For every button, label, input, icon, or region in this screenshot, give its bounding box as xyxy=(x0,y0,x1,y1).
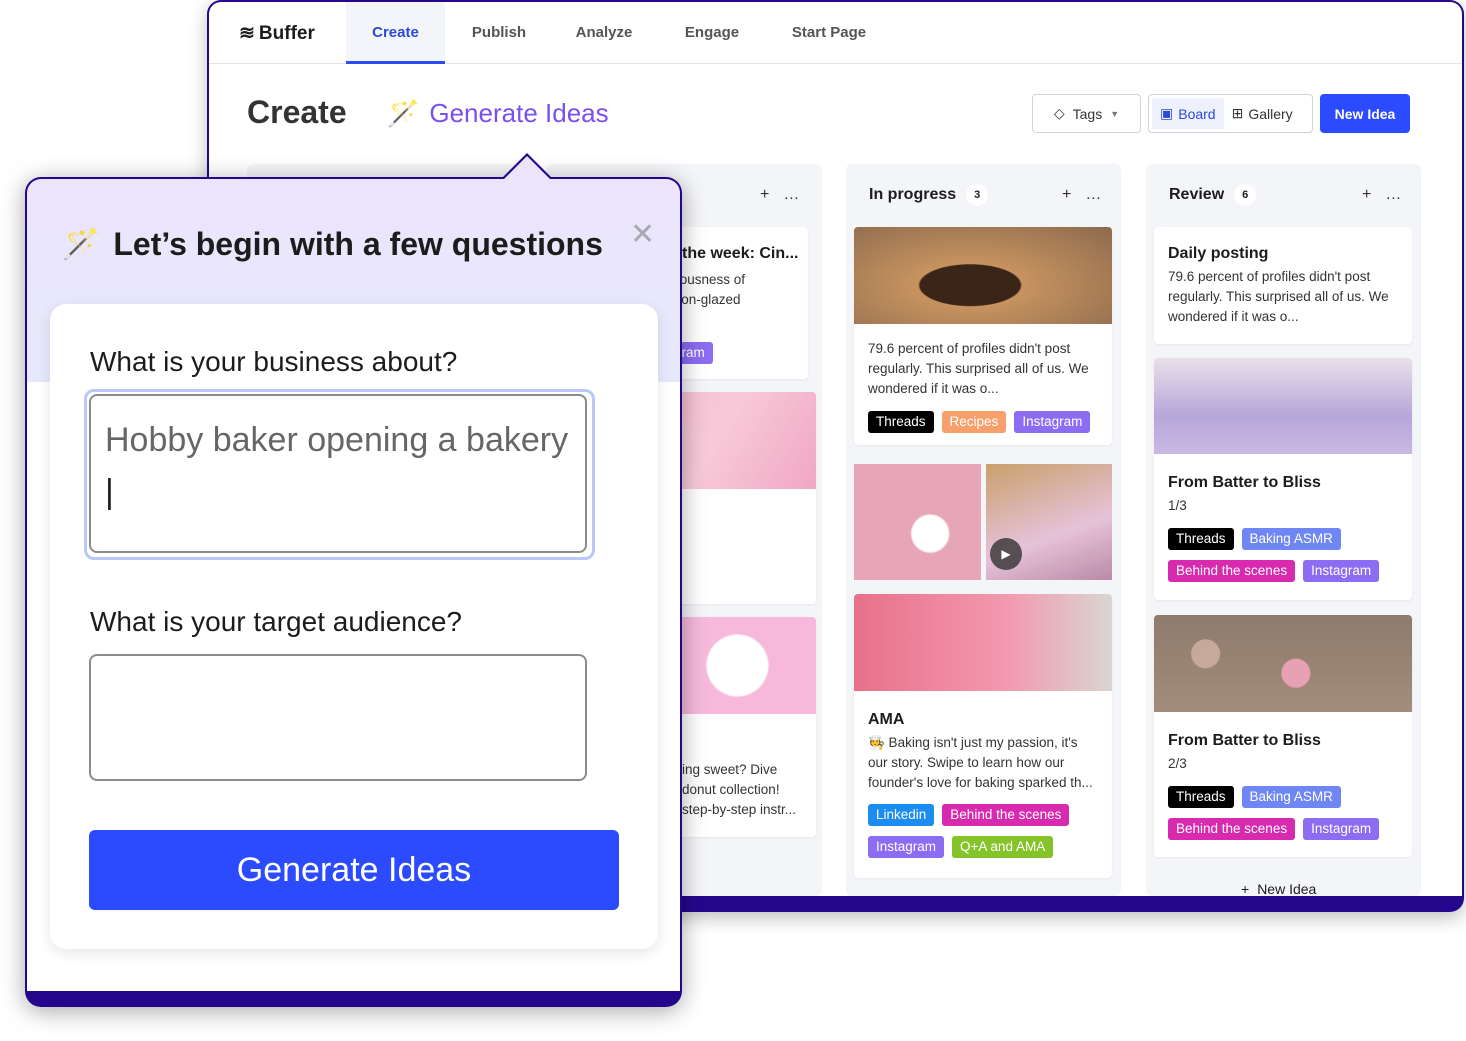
business-input[interactable]: Hobby baker opening a bakery | xyxy=(89,394,587,553)
column-controls[interactable]: +… xyxy=(1062,186,1115,204)
donut-box-image[interactable]: ▶ xyxy=(986,464,1112,580)
generate-ideas-button[interactable]: Generate Ideas xyxy=(89,830,619,910)
card-text: donut collection! xyxy=(682,782,780,797)
gallery-label: Gallery xyxy=(1248,105,1293,122)
question-form: What is your business about? Hobby baker… xyxy=(50,304,658,949)
tag-qa-ama: Q+A and AMA xyxy=(952,836,1054,858)
logo-text: Buffer xyxy=(258,22,315,44)
page-title: Create xyxy=(247,94,347,130)
tag-baking-asmr: Baking ASMR xyxy=(1241,786,1341,808)
tag-instagram: Instagram xyxy=(1014,411,1091,433)
new-idea-button[interactable]: New Idea xyxy=(1320,94,1410,133)
tab-analyze[interactable]: Analyze xyxy=(559,2,649,64)
new-idea-column-button[interactable]: + New Idea xyxy=(1241,881,1317,897)
column-title: In progress xyxy=(869,186,957,203)
card-title: Daily posting xyxy=(1168,245,1269,262)
tag-behind-the-scenes: Behind the scenes xyxy=(1168,560,1296,582)
tag-instagram: Instagram xyxy=(868,836,945,858)
audience-question-label: What is your target audience? xyxy=(90,606,462,637)
column-review: Review 6 +… Daily posting 79.6 percent of… xyxy=(1146,164,1421,896)
idea-card[interactable]: 79.6 percent of profiles didn't post reg… xyxy=(854,227,1112,445)
plus-icon: + xyxy=(1241,881,1250,897)
board-view-button[interactable]: ▣ Board xyxy=(1152,98,1224,129)
generate-ideas-label: Generate Ideas xyxy=(429,98,609,128)
column-count: 3 xyxy=(966,184,989,206)
popover-arrow-fill xyxy=(503,156,551,180)
view-toggle: ▣ Board ⊞ Gallery xyxy=(1148,94,1313,133)
card-subtitle: 1/3 xyxy=(1168,498,1187,513)
video-icon: ▶ xyxy=(990,538,1022,570)
card-title: From Batter to Bliss xyxy=(1168,474,1321,491)
card-title: the week: Cin... xyxy=(682,245,799,262)
magic-wand-icon: 🪄 xyxy=(387,98,420,128)
card-title: AMA xyxy=(868,711,905,728)
card-text: step-by-step instr... xyxy=(682,802,797,817)
card-text: 🧑‍🍳 Baking isn't just my passion, it's o… xyxy=(868,735,1093,790)
tags-label: Tags xyxy=(1072,105,1103,122)
modal-title: Let’s begin with a few questions xyxy=(113,226,603,262)
tag-threads: Threads xyxy=(1168,528,1234,550)
gallery-grid-icon: ⊞ xyxy=(1231,105,1244,121)
tag-behind-the-scenes: Behind the scenes xyxy=(1168,818,1296,840)
tag-threads: Threads xyxy=(1168,786,1234,808)
tab-start-page[interactable]: Start Page xyxy=(779,2,879,64)
generate-ideas-modal: 🪄 Let’s begin with a few questions ✕ Wha… xyxy=(25,153,682,1007)
business-input-value: Hobby baker opening a bakery xyxy=(105,421,569,459)
tab-create[interactable]: Create xyxy=(346,2,445,64)
card-text: ing sweet? Dive xyxy=(682,762,778,777)
top-nav: ≋ Buffer Create Publish Analyze Engage St… xyxy=(209,2,1462,64)
tab-publish[interactable]: Publish xyxy=(454,2,544,64)
tag-instagram: Instagram xyxy=(1303,560,1380,582)
column-header: In progress 3 xyxy=(869,184,989,206)
batter-bowl-image xyxy=(1154,358,1412,454)
tag-icon: ◇ xyxy=(1053,105,1065,121)
tag-linkedin: Linkedin xyxy=(868,804,935,826)
modal-header: 🪄 Let’s begin with a few questions xyxy=(62,226,603,263)
magic-wand-icon: 🪄 xyxy=(62,228,100,261)
idea-card[interactable]: AMA 🧑‍🍳 Baking isn't just my passion, it… xyxy=(854,594,1112,878)
coffee-image[interactable] xyxy=(854,464,981,580)
card-text: 79.6 percent of profiles didn't post reg… xyxy=(868,341,1089,396)
card-subtitle: 2/3 xyxy=(1168,756,1187,771)
column-controls[interactable]: +… xyxy=(760,186,813,204)
board-label: Board xyxy=(1178,105,1216,122)
new-idea-label: New Idea xyxy=(1257,881,1317,897)
card-text: 79.6 percent of profiles didn't post reg… xyxy=(1168,269,1389,324)
column-count: 6 xyxy=(1234,184,1257,206)
column-in-progress: In progress 3 +… 79.6 percent of profiles… xyxy=(846,164,1121,896)
buffer-stack-icon: ≋ xyxy=(239,23,255,44)
business-question-label: What is your business about? xyxy=(90,346,458,377)
idea-card[interactable]: From Batter to Bliss 2/3 Threads Baking … xyxy=(1154,615,1412,857)
tag-baking-asmr: Baking ASMR xyxy=(1241,528,1341,550)
sprinkle-donut-image xyxy=(854,227,1112,324)
close-icon[interactable]: ✕ xyxy=(630,217,655,252)
tag-instagram: Instagram xyxy=(1303,818,1380,840)
tab-engage[interactable]: Engage xyxy=(667,2,757,64)
tag-recipes: Recipes xyxy=(941,411,1007,433)
tag-threads: Threads xyxy=(868,411,934,433)
card-title: From Batter to Bliss xyxy=(1168,732,1321,749)
generate-ideas-link[interactable]: 🪄 Generate Ideas xyxy=(387,98,609,129)
idea-card[interactable]: From Batter to Bliss 1/3 Threads Baking … xyxy=(1154,358,1412,600)
board-icon: ▣ xyxy=(1160,105,1174,121)
idea-card[interactable]: Daily posting 79.6 percent of profiles d… xyxy=(1154,227,1412,344)
gallery-view-button[interactable]: ⊞ Gallery xyxy=(1224,98,1301,129)
macaron-tray-image xyxy=(1154,615,1412,712)
column-header: Review 6 xyxy=(1169,184,1257,206)
tags-dropdown[interactable]: ◇ Tags ▼ xyxy=(1032,94,1141,133)
column-controls[interactable]: +… xyxy=(1362,186,1415,204)
pink-cafe-image xyxy=(854,594,1112,691)
buffer-logo[interactable]: ≋ Buffer xyxy=(239,22,315,45)
column-title: Review xyxy=(1169,186,1225,203)
audience-input[interactable] xyxy=(89,654,587,781)
caret-down-icon: ▼ xyxy=(1110,108,1120,119)
tag-behind-the-scenes: Behind the scenes xyxy=(942,804,1070,826)
